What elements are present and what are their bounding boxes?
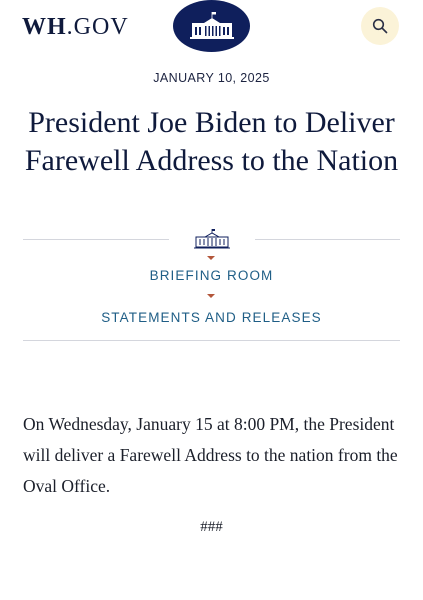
- divider-line-left: [23, 239, 169, 240]
- category-link-statements-and-releases[interactable]: STATEMENTS AND RELEASES: [0, 310, 423, 325]
- site-name-bold: WH: [22, 14, 67, 40]
- site-name-rest: .GOV: [66, 14, 129, 40]
- site-logo-link[interactable]: WH.GOV: [22, 10, 129, 44]
- white-house-icon[interactable]: [173, 0, 250, 52]
- article-body: On Wednesday, January 15 at 8:00 PM, the…: [23, 414, 398, 496]
- search-button[interactable]: [361, 7, 399, 45]
- white-house-emblem-graphic: [189, 12, 234, 39]
- end-mark: ###: [200, 519, 223, 535]
- white-house-divider-icon: [192, 228, 232, 250]
- section-divider: [23, 340, 400, 341]
- chevron-down-icon: [207, 256, 215, 260]
- article-date: JANUARY 10, 2025: [153, 71, 270, 85]
- category-link-briefing-room[interactable]: BRIEFING ROOM: [0, 268, 423, 283]
- chevron-down-icon: [207, 294, 215, 298]
- search-icon: [372, 18, 388, 34]
- divider-line-right: [255, 239, 400, 240]
- page-title: President Joe Biden to Deliver Farewell …: [24, 106, 399, 177]
- site-header: WH.GOV: [0, 0, 423, 60]
